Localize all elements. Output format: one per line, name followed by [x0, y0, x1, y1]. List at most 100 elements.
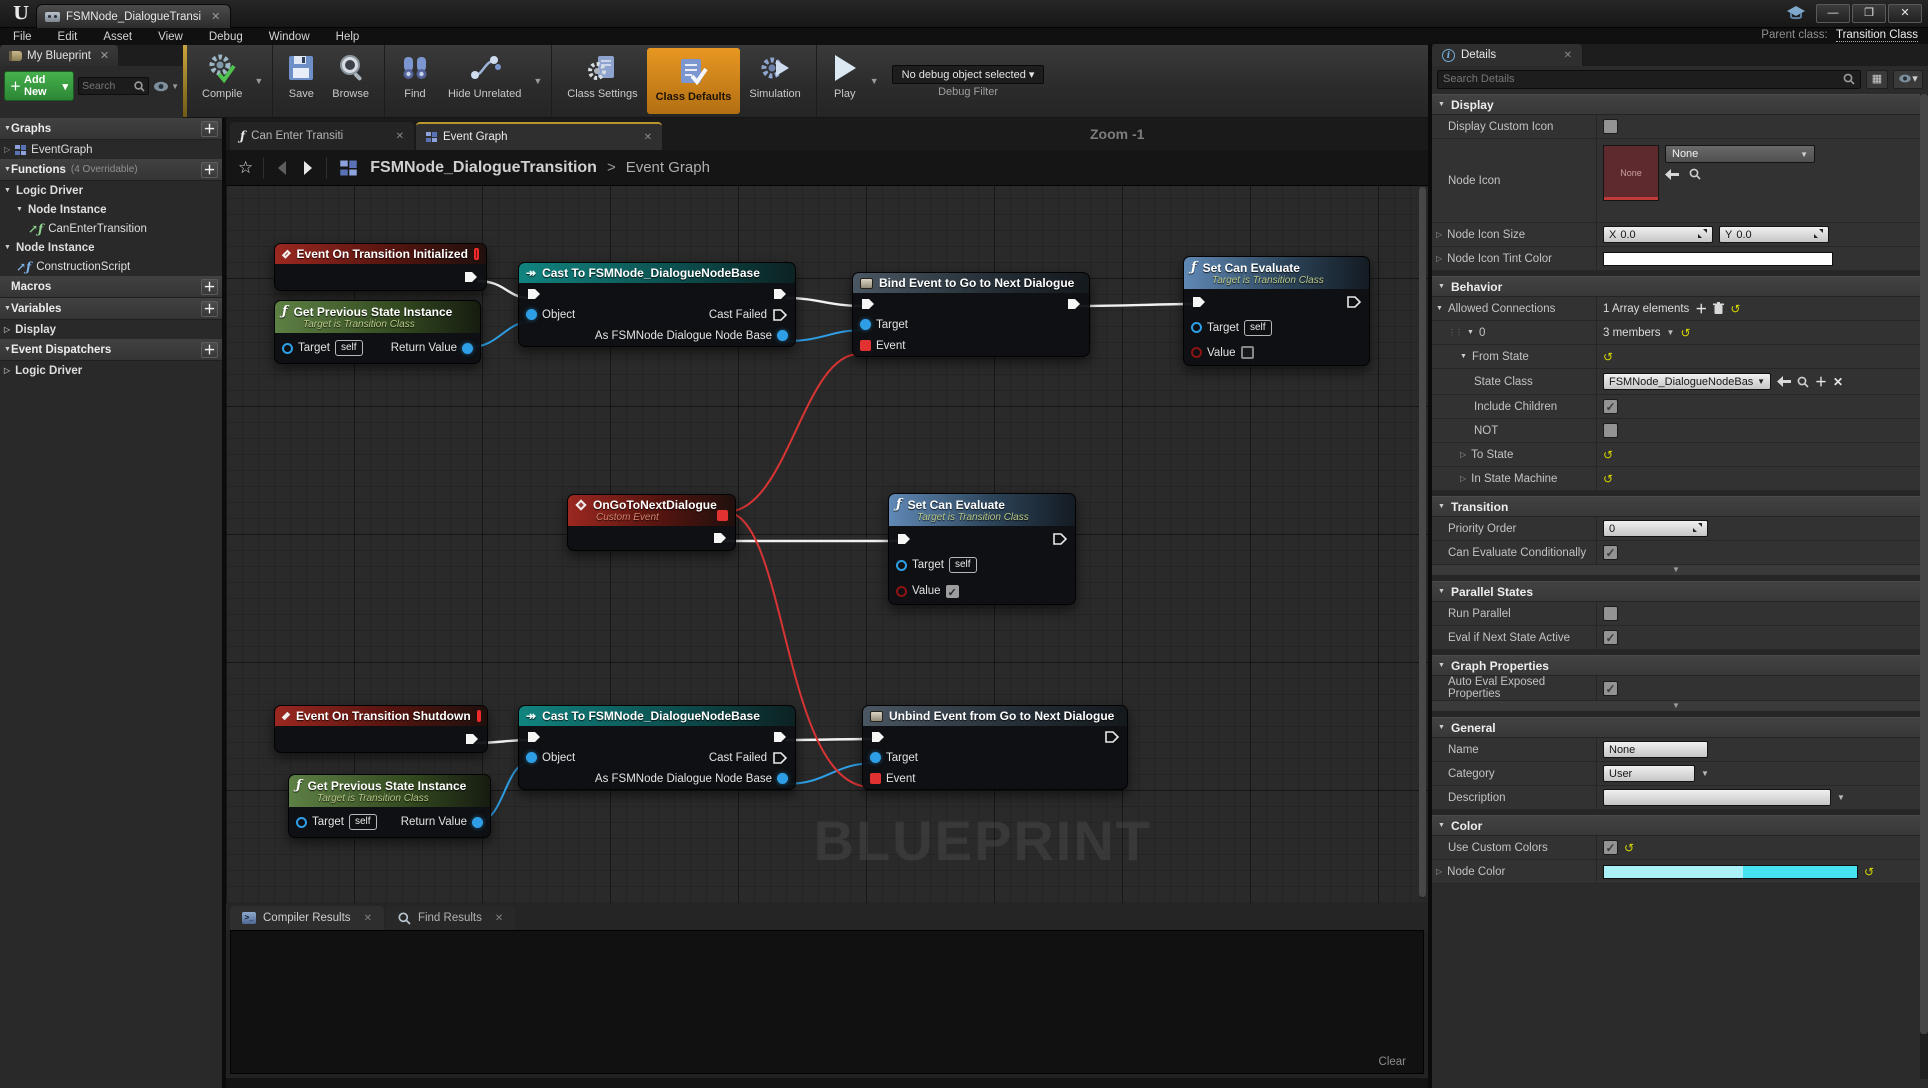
exec-in-pin[interactable]	[1191, 295, 1207, 309]
node-cast-to-fsmnode-dialoguenodebase-2[interactable]: ↠Cast To FSMNode_DialogueNodeBase Object…	[518, 705, 796, 790]
trash-icon[interactable]	[1713, 302, 1724, 315]
add-function-button[interactable]: ＋	[201, 162, 218, 178]
find-button[interactable]: Find	[391, 45, 439, 117]
exec-out-pin[interactable]	[712, 531, 728, 545]
exec-out-pin[interactable]	[463, 270, 479, 284]
prop-node-icon-tint[interactable]: ▷Node Icon Tint Color	[1432, 247, 1597, 270]
class-defaults-button[interactable]: Class Defaults	[647, 48, 741, 114]
favorite-star-icon[interactable]: ☆	[238, 158, 253, 178]
add-array-element-icon[interactable]: ＋	[1695, 300, 1707, 317]
parent-class-link[interactable]: Transition Class	[1836, 29, 1918, 42]
menu-window[interactable]: Window	[256, 31, 323, 43]
reset-to-default-icon[interactable]: ↺	[1730, 303, 1740, 315]
sidebar-section-macros[interactable]: Macros ＋	[0, 276, 222, 298]
node-get-previous-state-instance-2[interactable]: ƒGet Previous State Instance Target is T…	[288, 774, 491, 838]
my-blueprint-close-icon[interactable]: ✕	[100, 49, 109, 62]
sidebar-category-display[interactable]: ▷ Display	[0, 320, 222, 339]
breadcrumb-root[interactable]: FSMNode_DialogueTransition	[370, 159, 597, 177]
compile-button[interactable]: Compile	[193, 45, 251, 117]
node-icon-size-y-field[interactable]: Y0.0	[1719, 226, 1829, 243]
breadcrumb-leaf[interactable]: Event Graph	[626, 159, 710, 176]
state-class-dropdown[interactable]: FSMNode_DialogueNodeBase▼	[1603, 373, 1771, 390]
sidebar-section-graphs[interactable]: ▼ Graphs ＋	[0, 118, 222, 140]
node-color-swatch[interactable]	[1603, 865, 1858, 879]
target-pin[interactable]	[282, 343, 293, 354]
sidebar-section-variables[interactable]: ▼ Variables ＋	[0, 298, 222, 320]
node-icon-tint-swatch[interactable]	[1603, 252, 1833, 266]
use-selected-asset-icon[interactable]	[1665, 169, 1679, 180]
exec-in-pin[interactable]	[526, 730, 542, 744]
graph-viewport[interactable]: ☆ FSMNode_DialogueTransition > Event Gra…	[226, 150, 1428, 903]
prop-array-index-0[interactable]: ⋮⋮▼0	[1432, 321, 1597, 344]
node-icon-thumbnail[interactable]: None	[1603, 145, 1659, 201]
my-blueprint-tab[interactable]: My Blueprint ✕	[0, 45, 118, 66]
tutorial-cap-icon[interactable]	[1786, 5, 1806, 26]
node-icon-dropdown[interactable]: None▼	[1665, 145, 1815, 163]
section-general[interactable]: ▼General	[1432, 717, 1920, 738]
as-cast-pin[interactable]	[777, 330, 788, 341]
close-tab-icon[interactable]: ✕	[364, 913, 372, 924]
save-button[interactable]: Save	[279, 45, 323, 117]
description-field[interactable]	[1603, 789, 1831, 806]
exec-in-pin[interactable]	[860, 297, 876, 311]
exec-out-pin[interactable]	[1052, 532, 1068, 546]
add-new-button[interactable]: ＋ Add New ▾	[4, 71, 74, 101]
exec-out-pin[interactable]	[1104, 730, 1120, 744]
details-scrollbar[interactable]	[1920, 94, 1928, 1079]
close-tab-icon[interactable]: ✕	[1564, 50, 1572, 61]
collapse-arrow-icon[interactable]: ▼	[4, 125, 11, 132]
property-matrix-icon[interactable]: ▦	[1866, 70, 1888, 89]
expand-arrow-icon[interactable]: ▷	[4, 366, 10, 375]
my-blueprint-search-input[interactable]	[82, 80, 134, 92]
class-settings-button[interactable]: Class Settings	[558, 45, 646, 117]
can-evaluate-conditionally-checkbox[interactable]: ✓	[1603, 545, 1618, 560]
delegate-pin[interactable]	[717, 510, 728, 521]
section-parallel-states[interactable]: ▼Parallel States	[1432, 581, 1920, 602]
sidebar-item-construction-script[interactable]: ↗ƒ ConstructionScript	[0, 257, 222, 276]
as-cast-pin[interactable]	[777, 773, 788, 784]
prop-to-state[interactable]: ▷To State	[1432, 443, 1597, 466]
event-delegate-pin[interactable]	[870, 773, 881, 784]
node-get-previous-state-instance-1[interactable]: ƒGet Previous State Instance Target is T…	[274, 300, 481, 364]
close-tab-icon[interactable]: ✕	[211, 10, 220, 23]
name-field[interactable]: None	[1603, 741, 1708, 758]
menu-asset[interactable]: Asset	[90, 31, 145, 43]
menu-edit[interactable]: Edit	[45, 31, 91, 43]
exec-out-pin[interactable]	[772, 287, 788, 301]
hide-unrelated-caret-icon[interactable]: ▼	[530, 76, 545, 86]
value-pin[interactable]	[1191, 347, 1202, 358]
close-tab-icon[interactable]: ✕	[495, 913, 503, 924]
close-tab-icon[interactable]: ✕	[396, 131, 404, 142]
details-tab[interactable]: i Details ✕	[1432, 44, 1582, 66]
add-macro-button[interactable]: ＋	[201, 279, 218, 295]
back-arrow-icon[interactable]	[274, 160, 290, 176]
graph-vertical-scrollbar[interactable]	[1419, 187, 1426, 899]
category-caret-icon[interactable]: ▼	[1701, 769, 1709, 778]
browse-to-asset-icon[interactable]	[1689, 168, 1701, 180]
forward-arrow-icon[interactable]	[300, 160, 316, 176]
target-pin[interactable]	[896, 560, 907, 571]
exec-out-pin[interactable]	[464, 732, 480, 746]
target-pin[interactable]	[296, 817, 307, 828]
menu-debug[interactable]: Debug	[196, 31, 256, 43]
eval-if-next-state-active-checkbox[interactable]: ✓	[1603, 630, 1618, 645]
compile-options-caret-icon[interactable]: ▼	[251, 76, 266, 86]
value-checkbox[interactable]: ✓	[946, 585, 959, 598]
section-display[interactable]: ▼Display	[1432, 94, 1920, 115]
return-value-pin[interactable]	[462, 343, 473, 354]
minimize-button[interactable]: —	[1816, 4, 1850, 23]
details-search-input[interactable]	[1443, 73, 1843, 85]
tab-event-graph[interactable]: Event Graph ✕	[416, 122, 662, 150]
sidebar-category-node-instance[interactable]: ▼ Node Instance	[0, 200, 222, 219]
value-checkbox[interactable]	[1241, 346, 1254, 359]
run-parallel-checkbox[interactable]	[1603, 606, 1618, 621]
compiler-results-log[interactable]	[230, 930, 1424, 1074]
collapse-arrow-icon[interactable]: ▼	[4, 305, 11, 312]
details-view-options-button[interactable]: ▾	[1893, 70, 1923, 89]
object-pin[interactable]	[526, 309, 537, 320]
auto-eval-exposed-properties-checkbox[interactable]: ✓	[1603, 681, 1618, 696]
sidebar-section-event-dispatchers[interactable]: ▼ Event Dispatchers ＋	[0, 339, 222, 361]
clear-icon[interactable]: ✕	[1833, 375, 1843, 389]
display-custom-icon-checkbox[interactable]	[1603, 119, 1618, 134]
add-event-dispatcher-button[interactable]: ＋	[201, 342, 218, 358]
